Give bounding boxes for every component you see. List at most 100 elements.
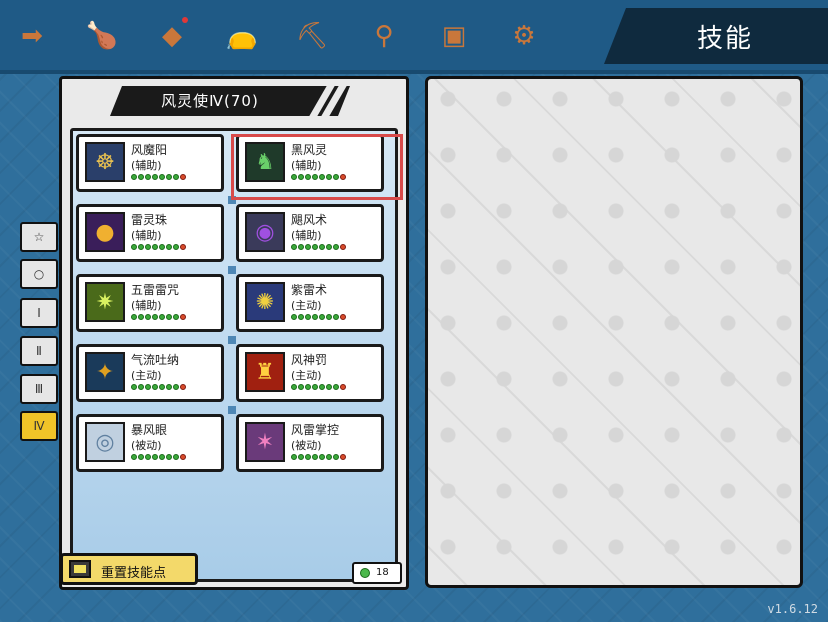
exit-arrow-icon[interactable]: ➡ [10, 14, 54, 58]
level-dot [145, 244, 151, 250]
tier-tab-4[interactable]: Ⅱ [20, 336, 58, 366]
skill-points-counter: 18 [352, 562, 402, 584]
level-dot [312, 454, 318, 460]
thunder-orb-icon: ● [85, 212, 125, 252]
grid-connector [228, 266, 236, 274]
level-dot [173, 454, 179, 460]
skill-icon-glyph: ✶ [255, 429, 275, 455]
level-dot [145, 454, 151, 460]
level-dot [340, 384, 346, 390]
level-dot [152, 454, 158, 460]
level-dot [173, 244, 179, 250]
level-dot [159, 244, 165, 250]
level-dot [333, 244, 339, 250]
skill-icon-glyph: ◎ [95, 429, 115, 455]
skill-icon-glyph: ♜ [255, 359, 275, 385]
meat-icon[interactable]: 🍗 [80, 14, 124, 58]
reset-skill-points-label: 重置技能点 [101, 566, 167, 581]
level-dot [340, 454, 346, 460]
level-dot [138, 454, 144, 460]
wind-demon-icon: ☸ [85, 142, 125, 182]
level-dot [326, 314, 332, 320]
tier-tab-1[interactable]: ☆ [20, 222, 58, 252]
level-dot [180, 174, 186, 180]
level-dot [319, 454, 325, 460]
page-title: 技能 [696, 24, 753, 54]
tier-tab-6[interactable]: Ⅳ [20, 411, 58, 441]
chest-icon[interactable]: ▣ [432, 14, 476, 58]
wand-icon[interactable]: ⚲ [362, 14, 406, 58]
skill-icon-glyph: ✷ [95, 289, 115, 315]
selected-skill-highlight [231, 134, 403, 200]
skill-detail-panel [425, 76, 803, 588]
tier-tab-2[interactable]: ○ [20, 259, 58, 289]
pickaxe-icon[interactable]: ⛏ [290, 14, 334, 58]
skill-name: 气流吐纳 [131, 353, 180, 367]
level-dot [166, 174, 172, 180]
level-dot [333, 384, 339, 390]
skill-name: 五雷雷咒 [131, 283, 180, 297]
skill-card[interactable]: ◉ 飓风术 (辅助) [236, 204, 384, 262]
level-dot [159, 384, 165, 390]
skill-name: 风神罚 [291, 353, 328, 367]
skill-card[interactable]: ✦ 气流吐纳 (主动) [76, 344, 224, 402]
level-dot [152, 314, 158, 320]
wind-thunder-control-icon: ✶ [245, 422, 285, 462]
skill-icon-glyph: ● [95, 219, 115, 245]
level-dot [173, 314, 179, 320]
version-label: v1.6.12 [767, 602, 818, 616]
skill-name: 雷灵珠 [131, 213, 168, 227]
skill-level-dots [131, 244, 186, 250]
level-dot [340, 314, 346, 320]
level-dot [340, 244, 346, 250]
level-dot [312, 314, 318, 320]
notification-dot [182, 17, 188, 23]
level-dot [131, 174, 137, 180]
level-dot [152, 384, 158, 390]
skill-card[interactable]: ♜ 风神罚 (主动) [236, 344, 384, 402]
skill-card[interactable]: ● 雷灵珠 (辅助) [76, 204, 224, 262]
level-dot [305, 314, 311, 320]
level-dot [145, 174, 151, 180]
level-dot [305, 454, 311, 460]
level-dot [138, 384, 144, 390]
level-dot [173, 384, 179, 390]
tier-tab-3[interactable]: Ⅰ [20, 298, 58, 328]
skill-name: 风魔阳 [131, 143, 168, 157]
skill-card[interactable]: ✷ 五雷雷咒 (辅助) [76, 274, 224, 332]
level-dot [152, 174, 158, 180]
skill-level-dots [291, 454, 346, 460]
level-dot [319, 314, 325, 320]
skill-card[interactable]: ✶ 风雷掌控 (被动) [236, 414, 384, 472]
reset-skill-points-button[interactable]: 重置技能点 [60, 553, 198, 585]
skill-level-dots [291, 244, 346, 250]
level-dot [152, 244, 158, 250]
skill-icon-glyph: ✺ [255, 289, 275, 315]
skill-card[interactable]: ☸ 风魔阳 (辅助) [76, 134, 224, 192]
skill-level-dots [131, 384, 186, 390]
skill-type: (辅助) [291, 229, 322, 242]
level-dot [333, 314, 339, 320]
tier-tab-5[interactable]: Ⅲ [20, 374, 58, 404]
level-dot [138, 314, 144, 320]
pouch-icon[interactable]: 👝 [220, 14, 264, 58]
class-title: 风灵使Ⅳ(70) [161, 92, 259, 110]
level-dot [131, 314, 137, 320]
grid-connector [228, 336, 236, 344]
level-dot [298, 384, 304, 390]
level-dot [312, 244, 318, 250]
level-dot [138, 244, 144, 250]
skill-icon-glyph: ◉ [255, 219, 275, 245]
skill-name: 风雷掌控 [291, 423, 340, 437]
crystal-icon[interactable]: ◆ [150, 14, 194, 58]
skill-card[interactable]: ◎ 暴风眼 (被动) [76, 414, 224, 472]
skill-type: (辅助) [131, 299, 162, 312]
level-dot [319, 384, 325, 390]
skill-card[interactable]: ✺ 紫雷术 (主动) [236, 274, 384, 332]
skill-name: 暴风眼 [131, 423, 168, 437]
hurricane-icon: ◉ [245, 212, 285, 252]
skill-level-dots [131, 314, 186, 320]
purple-thunder-icon: ✺ [245, 282, 285, 322]
level-dot [166, 384, 172, 390]
gear-icon[interactable]: ⚙ [502, 14, 546, 58]
